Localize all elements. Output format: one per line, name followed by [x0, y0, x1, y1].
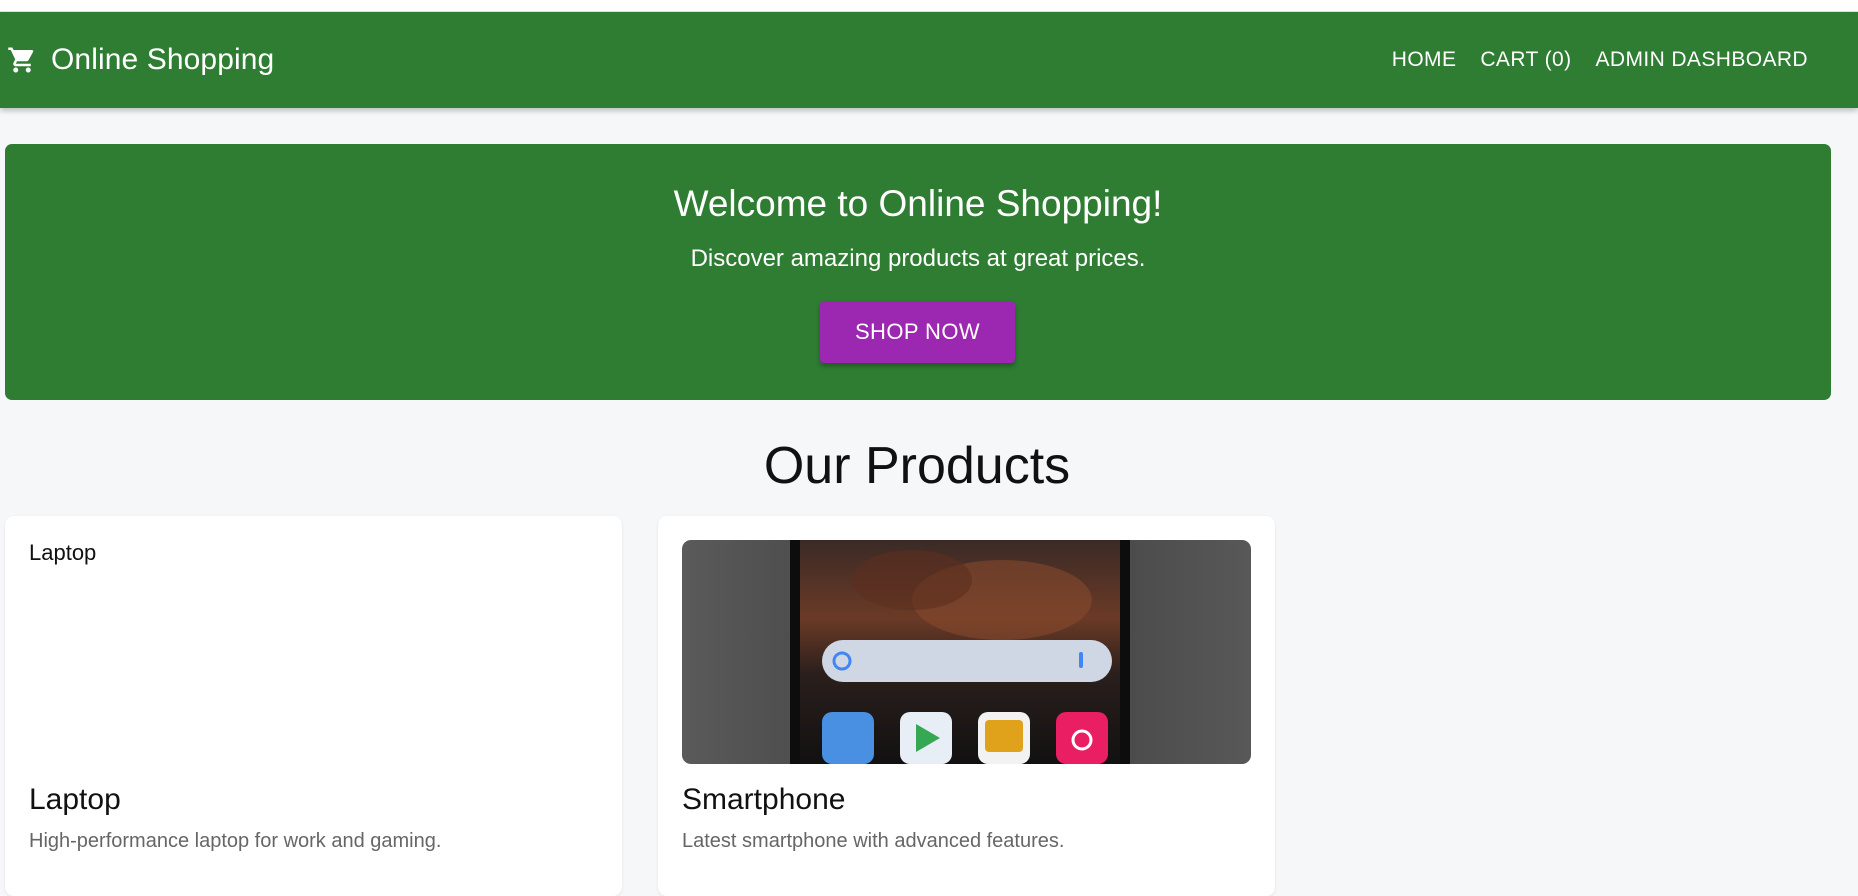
product-name: Laptop — [29, 783, 121, 816]
hero-subtitle: Discover amazing products at great price… — [690, 245, 1146, 272]
app-bar: Online Shopping HOME CART (0) ADMIN DASH… — [0, 12, 1858, 108]
products-section-title: Our Products — [763, 437, 1071, 495]
shopping-cart-icon — [7, 45, 37, 75]
product-card-laptop[interactable]: Laptop Laptop High-performance laptop fo… — [5, 516, 622, 896]
product-card-smartphone[interactable]: Smartphone Latest smartphone with advanc… — [658, 516, 1275, 896]
nav-admin-dashboard-link[interactable]: ADMIN DASHBOARD — [1583, 40, 1820, 80]
brand-title: Online Shopping — [51, 43, 275, 76]
product-description: Latest smartphone with advanced features… — [682, 830, 1065, 852]
browser-top-strip — [0, 0, 1858, 12]
product-name: Smartphone — [682, 783, 846, 816]
hero-banner: Welcome to Online Shopping! Discover ama… — [5, 144, 1831, 400]
brand[interactable]: Online Shopping — [7, 43, 274, 77]
smartphone-image — [682, 540, 1251, 764]
product-description: High-performance laptop for work and gam… — [29, 830, 442, 852]
nav-cart-link[interactable]: CART (0) — [1468, 40, 1583, 80]
nav-home-link[interactable]: HOME — [1380, 40, 1469, 80]
laptop-image-alt-text: Laptop — [29, 540, 97, 566]
laptop-image-broken: Laptop — [29, 540, 598, 764]
hero-title: Welcome to Online Shopping! — [673, 183, 1163, 224]
top-nav: HOME CART (0) ADMIN DASHBOARD — [1380, 12, 1820, 108]
shop-now-button[interactable]: SHOP NOW — [820, 301, 1015, 363]
